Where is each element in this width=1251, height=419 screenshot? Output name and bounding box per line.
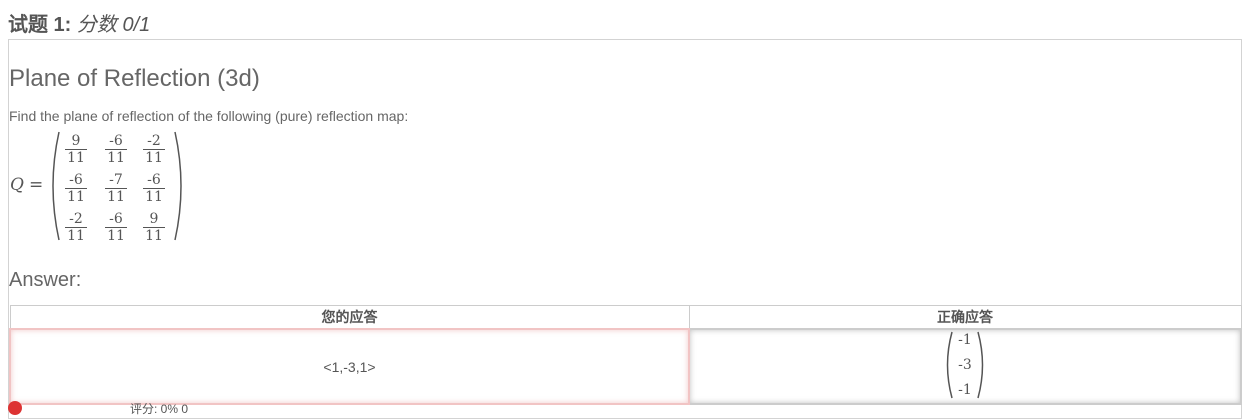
denominator: 11 <box>107 228 125 244</box>
denominator: 11 <box>107 189 125 205</box>
problem-prompt: Find the plane of reflection of the foll… <box>9 108 409 124</box>
numerator: 9 <box>149 211 159 227</box>
matrix-symbol: Q <box>10 175 24 195</box>
numerator: 9 <box>71 133 81 149</box>
answer-table: 您的应答 正确应答 <1,-3,1> -1 -3 -1 <box>9 305 1242 405</box>
numerator: -2 <box>147 133 161 149</box>
answer-label: Answer: <box>9 269 82 291</box>
denominator: 11 <box>145 189 163 205</box>
correct-answer-vector: -1 -3 -1 <box>943 330 987 400</box>
matrix-entry: 9 11 <box>139 211 169 244</box>
denominator: 11 <box>145 150 163 166</box>
matrix-entry: -6 11 <box>101 211 131 244</box>
vector-entry: -1 <box>958 332 972 348</box>
matrix-entry: -2 11 <box>61 211 91 244</box>
question-panel: Plane of Reflection (3d) Find the plane … <box>8 39 1242 419</box>
numerator: -6 <box>69 172 83 188</box>
matrix-entry: 9 11 <box>61 133 91 166</box>
numerator: -2 <box>69 211 83 227</box>
correct-answer-header: 正确应答 <box>688 305 1242 330</box>
matrix-entry: -7 11 <box>101 172 131 205</box>
vector-entry: -3 <box>958 357 972 373</box>
denominator: 11 <box>107 150 125 166</box>
matrix-entry: -2 11 <box>139 133 169 166</box>
denominator: 11 <box>67 189 85 205</box>
denominator: 11 <box>145 228 163 244</box>
correct-answer-cell: -1 -3 -1 <box>688 328 1242 405</box>
grade-text: 评分: 0% 0 <box>130 402 189 416</box>
numerator: -6 <box>109 133 123 149</box>
vector-entry: -1 <box>958 382 972 398</box>
matrix-entry: -6 11 <box>61 172 91 205</box>
question-number: 试题 1: <box>8 14 72 36</box>
denominator: 11 <box>67 228 85 244</box>
your-answer-header: 您的应答 <box>9 305 690 330</box>
denominator: 11 <box>67 150 85 166</box>
numerator: -7 <box>109 172 123 188</box>
equals-sign: = <box>29 175 44 195</box>
reflection-matrix: Q = 9 11 -6 11 -2 11 -6 11 -7 11 -6 11 -2 11 -6 11 9 11 <box>9 130 189 244</box>
problem-title: Plane of Reflection (3d) <box>9 65 260 92</box>
matrix-entry: -6 11 <box>139 172 169 205</box>
grade-status: 评分: 0% 0 <box>8 400 188 416</box>
matrix-entry: -6 11 <box>101 133 131 166</box>
numerator: -6 <box>147 172 161 188</box>
your-answer-cell: <1,-3,1> <box>9 328 690 405</box>
question-header: 试题 1: 分数 0/1 <box>8 8 150 37</box>
question-score: 分数 0/1 <box>76 14 151 36</box>
numerator: -6 <box>109 211 123 227</box>
